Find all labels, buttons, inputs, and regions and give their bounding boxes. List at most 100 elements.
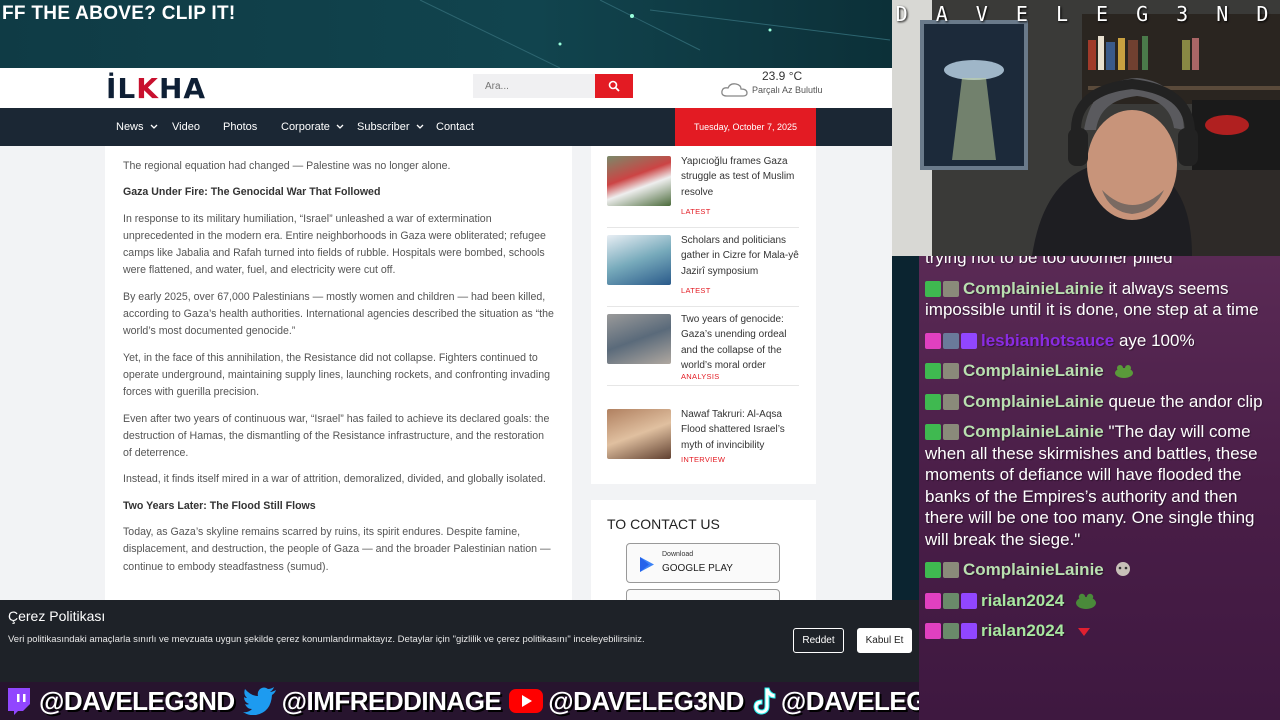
gplay-big-text: GOOGLE PLAY <box>662 563 733 574</box>
article-paragraph: Instead, it finds itself mired in a war … <box>123 473 546 486</box>
nav-news[interactable]: News <box>116 108 158 146</box>
main-navbar: News Video Photos Corporate Subscriber C… <box>0 108 892 146</box>
reject-cookies-button[interactable]: Reddet <box>793 628 844 653</box>
search-input[interactable] <box>473 74 595 98</box>
twitch-handle: @DAVELEG3ND <box>39 685 235 716</box>
chat-username[interactable]: ComplainieLainie <box>963 279 1104 298</box>
nav-corporate[interactable]: Corporate <box>281 108 344 146</box>
logo-text-2: K <box>136 72 159 105</box>
article-paragraph: Yet, in the face of this annihilation, t… <box>123 351 550 399</box>
accept-cookies-button[interactable]: Kabul Et <box>857 628 912 653</box>
nav-video[interactable]: Video <box>172 108 200 146</box>
avatar-badge-icon <box>943 424 959 440</box>
verified-badge-icon <box>925 280 941 297</box>
chat-message: ComplainieLainie queue the andor clip <box>925 391 1274 413</box>
contact-box: TO CONTACT US Download GOOGLE PLAY <box>591 500 816 600</box>
tiktok-handle: @DAVELEG3ND <box>780 685 919 716</box>
chat-message: trying not to be too doomer pilled <box>925 256 1274 269</box>
verified-badge-icon <box>925 363 941 379</box>
logo-text-1: İL <box>106 72 137 105</box>
cloud-icon <box>721 83 748 97</box>
chat-message: ComplainieLainie "The day will come when… <box>925 421 1274 550</box>
search-button[interactable] <box>595 74 633 98</box>
webcam-image <box>892 0 1280 256</box>
user-badges <box>925 280 959 297</box>
youtube-icon <box>509 689 544 713</box>
logo-text-3: HA <box>158 72 207 105</box>
news-title: Scholars and politicians gather in Cizre… <box>681 235 799 277</box>
browser-website: İLKHA 23.9 °C Parçalı Az Bulutlu News Vi… <box>0 68 892 600</box>
nav-corporate-label: Corporate <box>281 121 330 133</box>
heart-badge-icon <box>925 332 941 349</box>
down-arrow-emote-icon <box>1077 628 1090 636</box>
news-title: Nawaf Takruri: Al-Aqsa Flood shattered I… <box>681 409 785 451</box>
social-twitch: @DAVELEG3ND <box>4 686 235 717</box>
google-play-icon <box>640 557 654 572</box>
clip-it-ticker: FF THE ABOVE? CLIP IT! <box>2 3 236 24</box>
google-play-button[interactable]: Download GOOGLE PLAY <box>626 543 780 583</box>
sub-badge-icon <box>961 592 977 609</box>
article-subheading: Gaza Under Fire: The Genocidal War That … <box>123 186 381 199</box>
avatar-badge-icon <box>943 623 959 639</box>
news-category: INTERVIEW <box>681 455 726 464</box>
chat-username[interactable]: rialan2024 <box>981 591 1064 610</box>
frog-emote-icon <box>1075 593 1096 609</box>
news-category: ANALYSIS <box>681 372 720 381</box>
sidebar-news-item[interactable]: Two years of genocide: Gaza’s unending o… <box>607 308 799 386</box>
nav-subscriber-label: Subscriber <box>357 121 410 133</box>
sub-badge-icon <box>961 623 977 639</box>
chat-message: ComplainieLainie <box>925 360 1274 382</box>
nav-photos[interactable]: Photos <box>223 108 257 146</box>
verified-badge-icon <box>925 424 941 440</box>
news-thumbnail <box>607 156 671 206</box>
user-badges <box>925 332 977 349</box>
chevron-down-icon <box>416 124 424 129</box>
article-paragraph: The regional equation had changed — Pale… <box>123 160 451 172</box>
streamer-name: D A V E L E G 3 N D <box>895 2 1277 26</box>
news-thumbnail <box>607 409 671 459</box>
site-logo[interactable]: İLKHA <box>106 72 206 105</box>
social-tiktok: @DAVELEG3ND <box>752 686 919 717</box>
chat-username[interactable]: ComplainieLainie <box>963 560 1104 579</box>
sidebar-news-item[interactable]: Yapıcıoğlu frames Gaza struggle as test … <box>607 150 799 228</box>
sidebar-news-item[interactable]: Nawaf Takruri: Al-Aqsa Flood shattered I… <box>607 403 799 481</box>
sidebar-news-item[interactable]: Scholars and politicians gather in Cizre… <box>607 229 799 307</box>
chat-message: rialan2024 <box>925 620 1274 642</box>
cookie-text: Veri politikasındaki amaçlarla sınırlı v… <box>8 634 645 645</box>
weather-description: Parçalı Az Bulutlu <box>752 85 823 95</box>
chat-username[interactable]: ComplainieLainie <box>963 392 1104 411</box>
social-handles-bar: @DAVELEG3ND @IMFREDDINAGE @DAVELEG3ND @D… <box>0 682 919 720</box>
news-title: Yapıcıoğlu frames Gaza struggle as test … <box>681 156 795 198</box>
chevron-down-icon <box>336 124 344 129</box>
chat-text: aye 100% <box>1114 330 1195 350</box>
avatar-badge-icon <box>943 280 959 297</box>
chevron-down-icon <box>150 124 157 129</box>
nav-video-label: Video <box>172 121 200 133</box>
avatar-badge-icon <box>943 332 959 349</box>
user-badges <box>925 424 959 440</box>
twitter-icon <box>242 687 276 715</box>
chat-username[interactable]: ComplainieLainie <box>963 422 1104 441</box>
user-badges <box>925 363 959 379</box>
chat-message: ComplainieLainie <box>925 559 1274 581</box>
nav-contact[interactable]: Contact <box>436 108 474 146</box>
heart-badge-icon <box>925 592 941 609</box>
user-badges <box>925 592 977 609</box>
social-twitter: @IMFREDDINAGE <box>242 685 502 717</box>
app-store-button[interactable] <box>626 589 780 600</box>
article-paragraph: Today, as Gaza’s skyline remains scarred… <box>123 526 551 573</box>
weather-temperature: 23.9 °C <box>762 69 803 83</box>
nav-subscriber[interactable]: Subscriber <box>357 108 424 146</box>
heart-badge-icon <box>925 623 941 639</box>
user-badges <box>925 623 977 639</box>
webcam-feed <box>892 0 1280 256</box>
news-thumbnail <box>607 235 671 285</box>
chat-username[interactable]: rialan2024 <box>981 621 1064 640</box>
article-subheading: Two Years Later: The Flood Still Flows <box>123 499 316 512</box>
user-badges <box>925 562 959 578</box>
chat-username[interactable]: lesbianhotsauce <box>981 331 1114 350</box>
nav-news-label: News <box>116 121 144 133</box>
frog-emote-icon <box>1115 365 1134 378</box>
twitter-handle: @IMFREDDINAGE <box>281 685 502 716</box>
chat-username[interactable]: ComplainieLainie <box>963 361 1104 380</box>
